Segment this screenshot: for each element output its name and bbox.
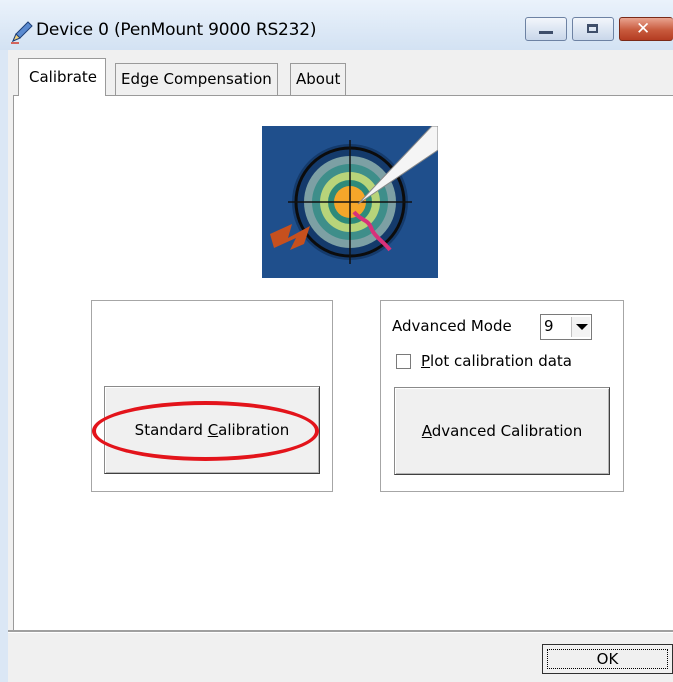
- advanced-mode-dropdown[interactable]: 9: [540, 314, 592, 340]
- title-bar[interactable]: Device 0 (PenMount 9000 RS232) ✕: [0, 0, 673, 50]
- advanced-mode-value: 9: [544, 317, 554, 335]
- advanced-calibration-button[interactable]: Advanced Calibration: [394, 387, 610, 475]
- ok-button[interactable]: OK: [542, 644, 673, 674]
- advanced-mode-label: Advanced Mode: [392, 317, 512, 335]
- close-icon: ✕: [636, 19, 651, 39]
- highlight-annotation-oval: [92, 401, 319, 461]
- pen-icon: [11, 21, 33, 44]
- tab-label: Edge Compensation: [121, 70, 272, 88]
- advanced-calibration-label: Advanced Calibration: [421, 422, 583, 440]
- minimize-button[interactable]: [525, 17, 567, 41]
- tab-calibrate[interactable]: Calibrate: [18, 58, 106, 96]
- footer-divider: [8, 630, 673, 633]
- tab-edge-compensation[interactable]: Edge Compensation: [115, 63, 278, 95]
- plot-calibration-data-label[interactable]: Plot calibration data: [421, 352, 572, 370]
- tab-label: About: [296, 70, 341, 88]
- chevron-down-icon: [576, 324, 588, 330]
- close-button[interactable]: ✕: [619, 17, 673, 41]
- calibration-target-image: [262, 126, 438, 278]
- focus-rectangle: [547, 649, 668, 669]
- plot-calibration-data-checkbox[interactable]: [396, 354, 411, 369]
- window-title: Device 0 (PenMount 9000 RS232): [36, 20, 317, 40]
- tab-label: Calibrate: [29, 68, 97, 86]
- tab-about[interactable]: About: [290, 63, 347, 95]
- minimize-icon: [539, 31, 553, 34]
- maximize-icon: [587, 24, 598, 33]
- maximize-button[interactable]: [572, 17, 614, 41]
- dropdown-button[interactable]: [571, 317, 590, 337]
